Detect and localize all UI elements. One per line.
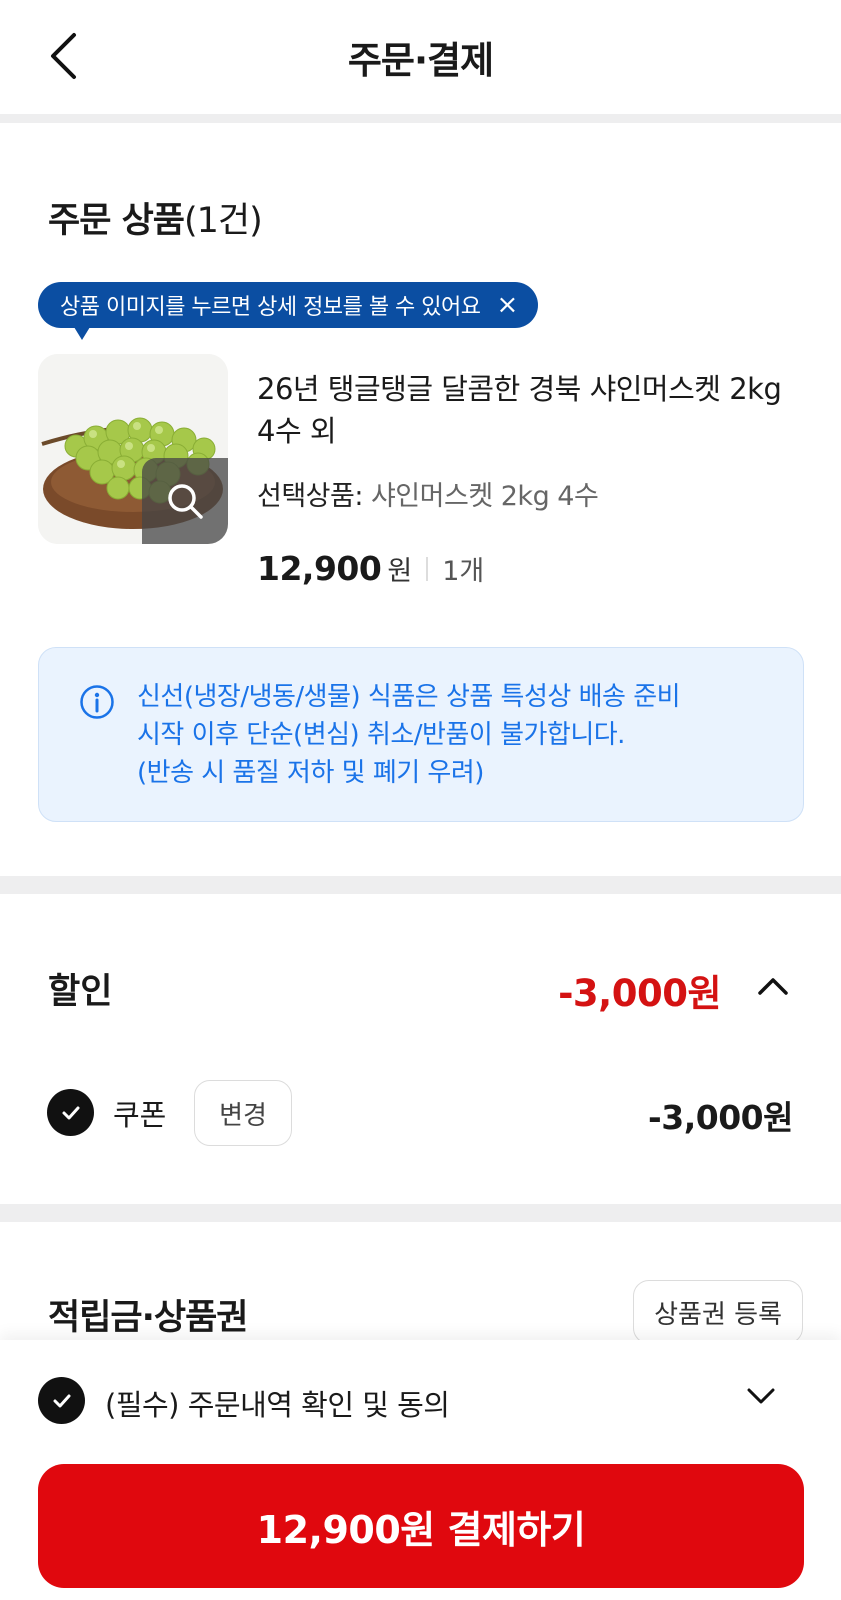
section-divider bbox=[0, 876, 841, 894]
coupon-label: 쿠폰 bbox=[113, 1098, 167, 1132]
agree-checkbox[interactable] bbox=[38, 1377, 85, 1424]
product-price-row: 12,900 원 1개 bbox=[257, 549, 484, 588]
notice-line: 시작 이후 단순(변심) 취소/반품이 불가합니다. bbox=[137, 720, 625, 750]
pay-button[interactable]: 12,900원 결제하기 bbox=[38, 1464, 804, 1588]
search-icon bbox=[168, 484, 203, 519]
info-icon bbox=[80, 685, 114, 719]
notice-line: 신선(냉장/냉동/생물) 식품은 상품 특성상 배송 준비 bbox=[137, 682, 681, 712]
product-name[interactable]: 26년 탱글탱글 달콤한 경북 샤인머스켓 2kg 4수 외 bbox=[257, 368, 797, 452]
chevron-down-icon bbox=[747, 1388, 775, 1404]
coupon-amount: -3,000원 bbox=[648, 1098, 793, 1137]
page-title: 주문·결제 bbox=[347, 39, 494, 82]
discount-toggle[interactable] bbox=[753, 966, 793, 1006]
fresh-food-notice: 신선(냉장/냉동/생물) 식품은 상품 특성상 배송 준비 시작 이후 단순(변… bbox=[38, 647, 804, 822]
voucher-register-button[interactable]: 상품권 등록 bbox=[633, 1280, 803, 1344]
order-count: (1건) bbox=[184, 201, 263, 241]
image-hint-tooltip: 상품 이미지를 누르면 상세 정보를 볼 수 있어요 × bbox=[38, 282, 538, 340]
divider bbox=[0, 114, 841, 123]
section-divider bbox=[0, 1204, 841, 1222]
discount-title: 할인 bbox=[48, 972, 113, 1012]
product-quantity: 1개 bbox=[442, 556, 485, 587]
product-price: 12,900 bbox=[257, 549, 382, 588]
product-option: 선택상품: 샤인머스켓 2kg 4수 bbox=[257, 474, 599, 513]
coupon-checkbox[interactable] bbox=[47, 1089, 94, 1136]
close-icon[interactable]: × bbox=[497, 290, 519, 320]
agree-label[interactable]: (필수) 주문내역 확인 및 동의 bbox=[105, 1382, 450, 1424]
order-section-title: 주문 상품(1건) bbox=[48, 192, 263, 243]
tooltip-text: 상품 이미지를 누르면 상세 정보를 볼 수 있어요 bbox=[60, 295, 481, 320]
discount-total: -3,000원 bbox=[558, 972, 721, 1015]
divider bbox=[426, 556, 429, 581]
product-image[interactable] bbox=[38, 354, 228, 544]
checkout-bar: (필수) 주문내역 확인 및 동의 12,900원 결제하기 bbox=[0, 1340, 841, 1600]
check-icon bbox=[62, 1106, 79, 1119]
currency-label: 원 bbox=[387, 556, 413, 587]
option-value: 샤인머스켓 2kg 4수 bbox=[370, 481, 599, 512]
agree-expand-toggle[interactable] bbox=[741, 1376, 781, 1416]
check-icon bbox=[53, 1394, 70, 1407]
order-title-text: 주문 상품 bbox=[48, 201, 185, 241]
notice-line: (반송 시 품질 저하 및 폐기 우려) bbox=[137, 758, 484, 788]
coupon-change-button[interactable]: 변경 bbox=[194, 1080, 292, 1146]
notice-text: 신선(냉장/냉동/생물) 식품은 상품 특성상 배송 준비 시작 이후 단순(변… bbox=[137, 678, 777, 792]
points-title: 적립금·상품권 bbox=[48, 1298, 248, 1338]
option-label: 선택상품: bbox=[257, 481, 363, 512]
chevron-up-icon bbox=[758, 978, 788, 995]
zoom-button[interactable] bbox=[142, 458, 228, 544]
header: 주문·결제 bbox=[0, 0, 841, 116]
